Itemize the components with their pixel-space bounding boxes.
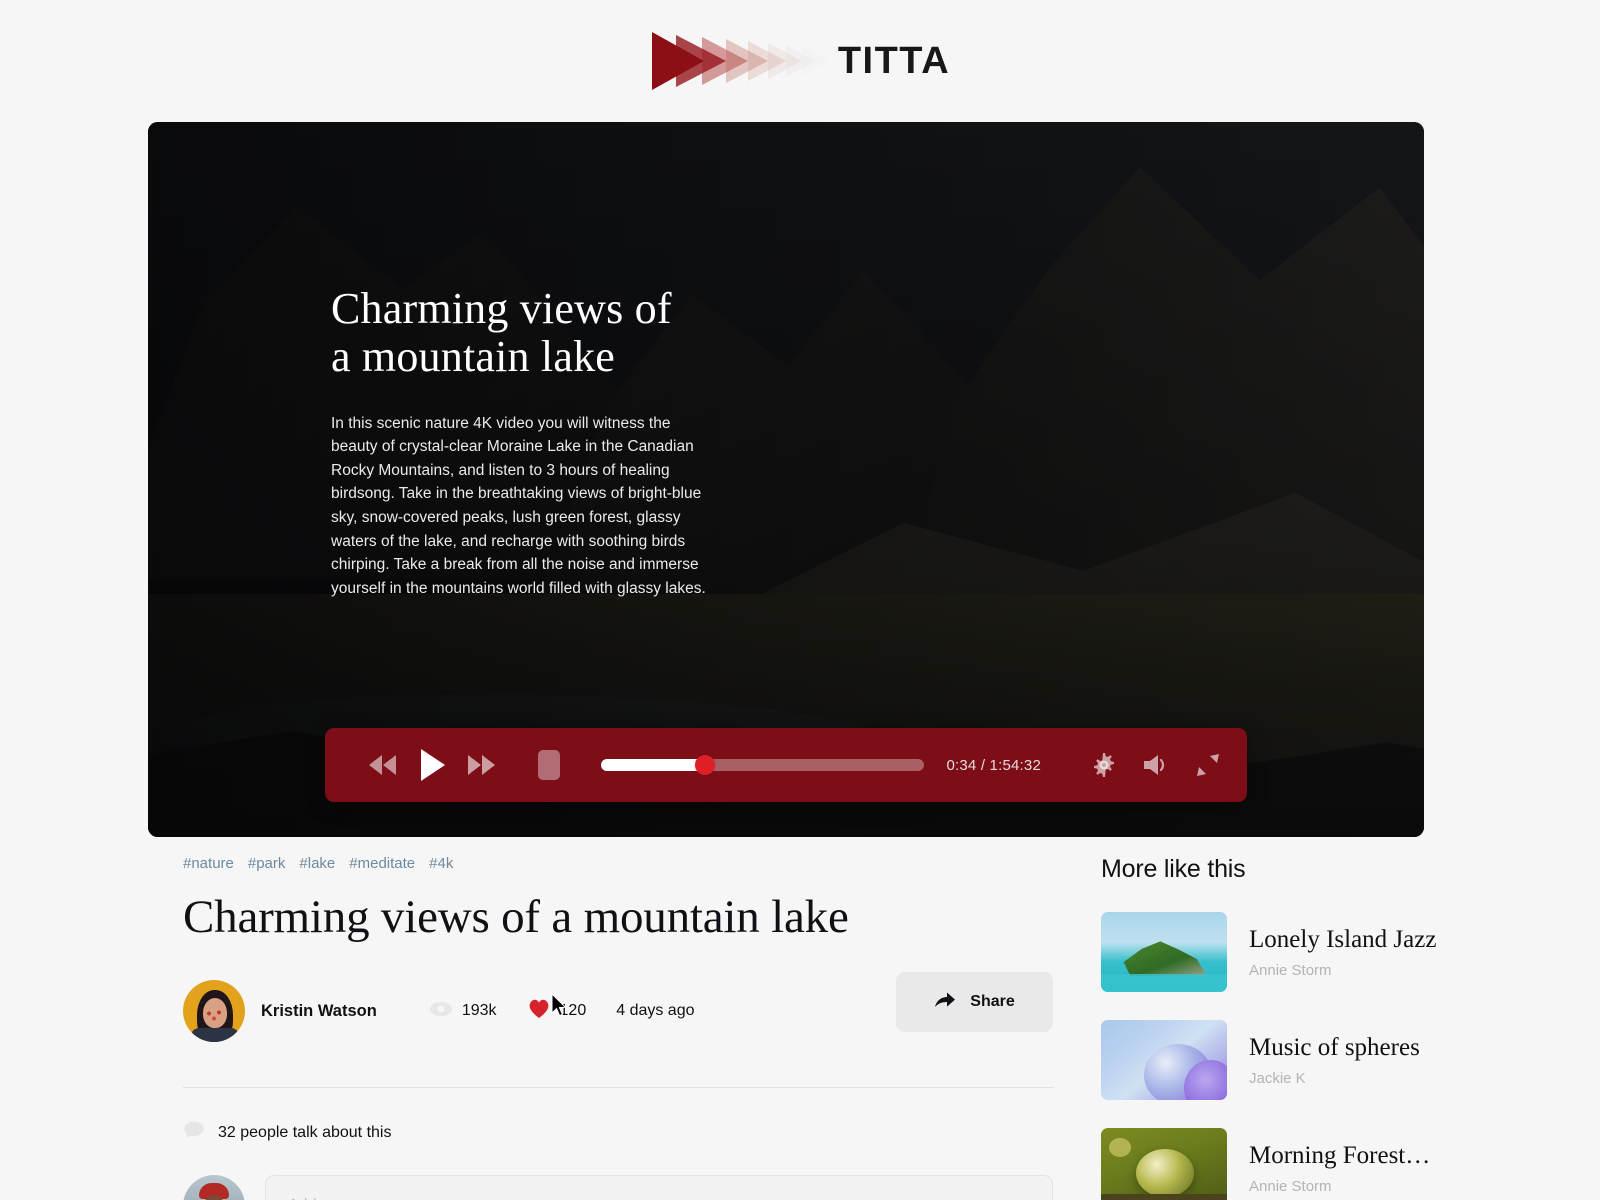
tag-lake[interactable]: #lake <box>299 855 335 872</box>
like-count[interactable]: 120 <box>527 998 587 1024</box>
comments-count-label: 32 people talk about this <box>218 1123 392 1141</box>
video-player[interactable]: Charming views of a mountain lake In thi… <box>148 122 1424 837</box>
video-title-line2: a mountain lake <box>331 332 616 382</box>
play-triangle-trail-icon <box>650 23 850 99</box>
play-icon[interactable] <box>409 746 455 784</box>
volume-icon[interactable] <box>1139 748 1173 782</box>
comment-bubble-icon <box>183 1120 205 1145</box>
progress-slider[interactable] <box>601 755 925 775</box>
gear-icon[interactable] <box>1087 748 1121 782</box>
progress-handle[interactable] <box>694 755 715 775</box>
video-title-line1: Charming views of <box>331 284 672 333</box>
app-root: TITTA Charming views of a mountain lake … <box>0 0 1600 1200</box>
comment-input[interactable] <box>265 1175 1053 1200</box>
progress-fill <box>601 759 705 771</box>
eye-icon <box>429 1001 453 1022</box>
posted-time: 4 days ago <box>616 1002 695 1019</box>
site-header: TITTA <box>0 0 1600 122</box>
author-name[interactable]: Kristin Watson <box>261 1002 377 1021</box>
tag-list: #nature #park #lake #meditate #4k <box>183 855 1053 872</box>
related-author: Annie Storm <box>1249 1177 1332 1195</box>
comment-composer <box>183 1175 1053 1200</box>
tag-4k[interactable]: #4k <box>429 855 453 872</box>
list-item[interactable]: Lonely Island Jazz Annie Storm <box>1101 912 1521 992</box>
video-description: In this scenic nature 4K video you will … <box>331 414 706 597</box>
list-item[interactable]: Morning Forest… Annie Storm <box>1101 1128 1521 1200</box>
current-user-avatar[interactable] <box>183 1175 245 1200</box>
related-title: Lonely Island Jazz <box>1249 926 1437 954</box>
post-meta-row: Kristin Watson 193k 120 4 days ago Share <box>183 972 1053 1042</box>
comments-count: 32 people talk about this <box>183 1120 1053 1145</box>
tag-park[interactable]: #park <box>248 855 286 872</box>
post-column: #nature #park #lake #meditate #4k Charmi… <box>183 855 1053 1200</box>
video-overlay-text: Charming views of a mountain lake In thi… <box>331 284 731 600</box>
share-button-label: Share <box>970 993 1015 1010</box>
list-item[interactable]: Music of spheres Jackie K <box>1101 1020 1521 1100</box>
share-button[interactable]: Share <box>896 972 1053 1032</box>
view-count-value: 193k <box>461 1002 497 1019</box>
content-area: #nature #park #lake #meditate #4k Charmi… <box>0 855 1600 1200</box>
spheres-thumbnail <box>1101 1020 1227 1100</box>
sidebar-heading: More like this <box>1101 855 1246 883</box>
video-title: Charming views of a mountain lake <box>331 284 731 382</box>
rewind-icon[interactable] <box>363 748 403 782</box>
related-author: Jackie K <box>1249 1069 1306 1087</box>
brand-logo[interactable]: TITTA <box>650 23 950 99</box>
forest-orb-thumbnail <box>1101 1128 1227 1200</box>
expand-icon[interactable] <box>1191 748 1225 782</box>
like-count-value: 120 <box>559 1002 587 1019</box>
island-thumbnail <box>1101 912 1227 992</box>
avatar[interactable] <box>183 980 245 1042</box>
view-count: 193k <box>429 1001 497 1022</box>
share-arrow-icon <box>934 991 956 1014</box>
section-divider <box>183 1087 1053 1088</box>
fast-forward-icon[interactable] <box>461 748 501 782</box>
heart-icon <box>527 998 551 1024</box>
tag-meditate[interactable]: #meditate <box>349 855 415 872</box>
player-controls-bar: 0:34 / 1:54:32 <box>325 728 1247 802</box>
related-title: Morning Forest… <box>1249 1142 1431 1170</box>
time-display: 0:34 / 1:54:32 <box>946 756 1041 774</box>
related-title: Music of spheres <box>1249 1034 1420 1062</box>
brand-name: TITTA <box>837 39 951 82</box>
stop-icon[interactable] <box>527 746 571 784</box>
related-author: Annie Storm <box>1249 961 1332 979</box>
sidebar: More like this Lonely Island Jazz Annie … <box>1101 855 1521 1200</box>
tag-nature[interactable]: #nature <box>183 855 234 872</box>
page-title: Charming views of a mountain lake <box>183 891 849 943</box>
